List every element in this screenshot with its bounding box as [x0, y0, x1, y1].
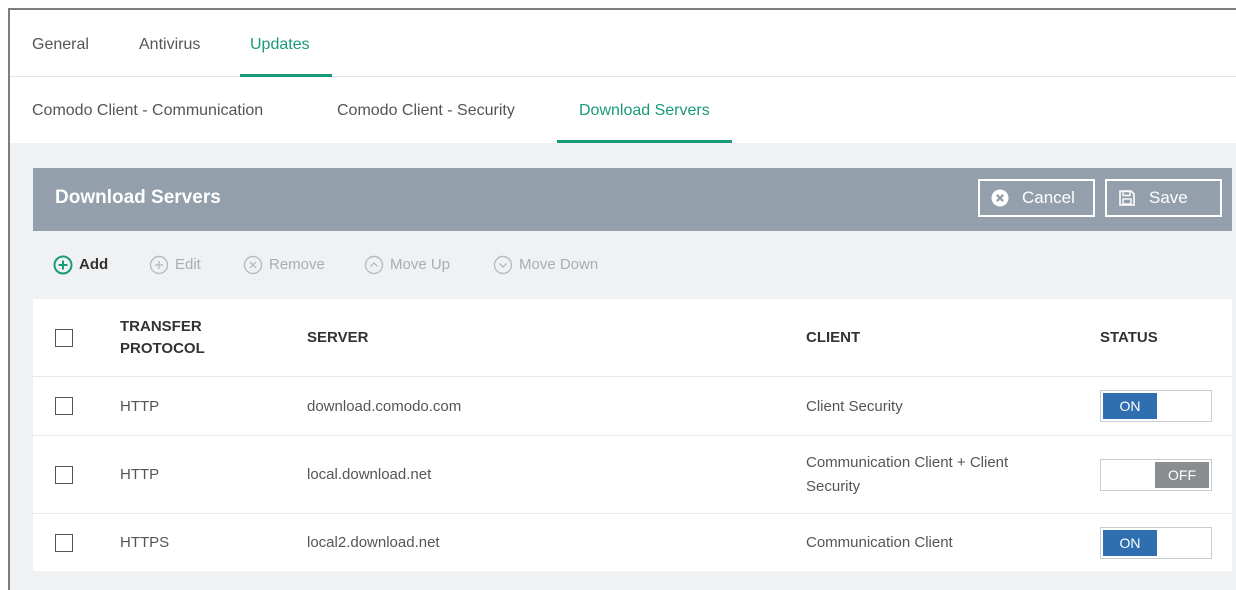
edit-button[interactable]: Edit	[149, 253, 201, 277]
add-label: Add	[79, 256, 109, 273]
move-up-button[interactable]: Move Up	[364, 253, 450, 277]
table-row[interactable]: HTTP download.comodo.com Client Security…	[33, 377, 1232, 436]
tab-comodo-client-communication[interactable]: Comodo Client - Communication	[32, 77, 263, 143]
header-transfer-protocol-line2: PROTOCOL	[120, 339, 205, 357]
header-client[interactable]: CLIENT	[806, 299, 860, 376]
tab-general[interactable]: General	[32, 10, 89, 76]
table-header-row: TRANSFER PROTOCOL SERVER CLIENT STATUS	[33, 299, 1232, 377]
chevron-down-icon	[493, 255, 513, 275]
panel-header: Download Servers Cancel Save	[33, 168, 1232, 231]
client-cell: Communication Client	[806, 534, 953, 551]
row-select-cell	[33, 436, 93, 513]
status-cell: ON	[1100, 377, 1220, 435]
status-cell: ON	[1100, 514, 1220, 571]
settings-frame: General Antivirus Updates Comodo Client …	[8, 8, 1236, 590]
header-transfer-protocol-line1: TRANSFER	[120, 317, 202, 335]
download-servers-panel: Download Servers Cancel Save Add Edit Re…	[33, 168, 1232, 578]
toggle-on-label: ON	[1103, 529, 1157, 556]
header-status[interactable]: STATUS	[1100, 299, 1158, 376]
tab-comodo-client-security[interactable]: Comodo Client - Security	[337, 77, 515, 143]
server-cell: local2.download.net	[307, 534, 440, 551]
protocol-cell: HTTPS	[120, 534, 170, 551]
row-checkbox[interactable]	[55, 465, 73, 484]
toggle-off-label: OFF	[1155, 461, 1209, 488]
move-up-label: Move Up	[390, 256, 451, 273]
cancel-icon	[991, 189, 1009, 207]
toggle-on-label: ON	[1103, 393, 1157, 419]
client-cell: Client Security	[806, 397, 903, 415]
save-icon	[1119, 190, 1135, 206]
cancel-label: Cancel	[1022, 188, 1075, 207]
row-select-cell	[33, 514, 93, 571]
protocol-cell: HTTP	[120, 397, 160, 415]
select-all-cell	[33, 299, 93, 376]
header-server[interactable]: SERVER	[307, 299, 368, 376]
chevron-up-icon	[364, 255, 384, 275]
add-circle-icon	[53, 255, 73, 275]
save-button[interactable]: Save	[1105, 179, 1222, 217]
protocol-cell: HTTP	[120, 466, 160, 483]
status-cell: OFF	[1100, 436, 1220, 513]
servers-table: TRANSFER PROTOCOL SERVER CLIENT STATUS H…	[33, 299, 1232, 571]
edit-label: Edit	[175, 256, 201, 273]
client-line1: Communication Client + Client	[806, 453, 1009, 471]
tab-updates[interactable]: Updates	[240, 10, 332, 77]
edit-circle-icon	[149, 255, 169, 275]
row-checkbox[interactable]	[55, 397, 73, 415]
table-row[interactable]: HTTPS local2.download.net Communication …	[33, 514, 1232, 571]
status-toggle[interactable]: ON	[1100, 390, 1212, 422]
client-cell: Communication Client + Client Security	[806, 436, 1008, 513]
status-toggle[interactable]: ON	[1100, 526, 1212, 559]
toolbar: Add Edit Remove Move Up Move Down	[33, 231, 1232, 299]
server-cell: download.comodo.com	[307, 397, 462, 415]
row-checkbox[interactable]	[55, 533, 73, 552]
table-row[interactable]: HTTP local.download.net Communication Cl…	[33, 436, 1232, 514]
select-all-checkbox[interactable]	[55, 328, 73, 347]
move-down-label: Move Down	[519, 256, 599, 273]
main-tabs: General Antivirus Updates	[10, 10, 1236, 77]
status-toggle[interactable]: OFF	[1100, 458, 1212, 491]
tab-antivirus[interactable]: Antivirus	[139, 10, 200, 76]
header-transfer-protocol[interactable]: TRANSFER PROTOCOL	[120, 299, 260, 376]
move-down-button[interactable]: Move Down	[493, 253, 598, 277]
add-button[interactable]: Add	[53, 253, 108, 277]
server-cell: local.download.net	[307, 466, 432, 483]
save-label: Save	[1149, 188, 1188, 207]
remove-circle-icon	[243, 255, 263, 275]
client-line2: Security	[806, 477, 861, 495]
remove-button[interactable]: Remove	[243, 253, 325, 277]
tab-download-servers[interactable]: Download Servers	[557, 77, 732, 143]
panel-title: Download Servers	[55, 187, 221, 208]
remove-label: Remove	[269, 256, 325, 273]
sub-tabs: Comodo Client - Communication Comodo Cli…	[10, 77, 1236, 143]
cancel-button[interactable]: Cancel	[978, 179, 1095, 217]
row-select-cell	[33, 377, 93, 435]
